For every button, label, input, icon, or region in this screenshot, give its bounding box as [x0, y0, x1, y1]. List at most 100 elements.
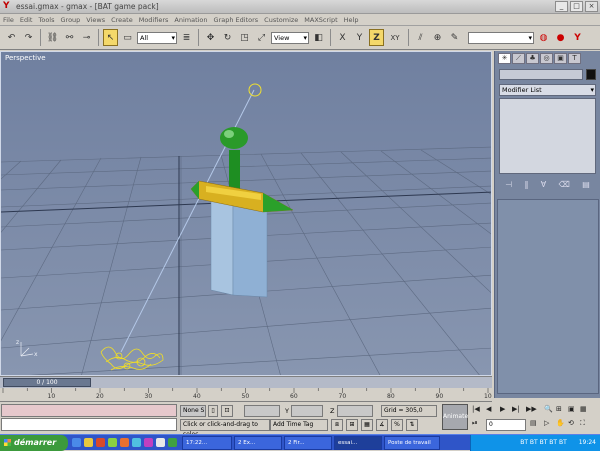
quick-launch-app-icon[interactable] [120, 438, 129, 447]
pan-icon[interactable]: ✋ [556, 419, 565, 427]
menu-tools[interactable]: Tools [38, 16, 54, 24]
tray-icons[interactable]: BT BT BT BT BT [520, 439, 567, 446]
axis-x-button[interactable]: X [335, 29, 350, 46]
select-region-icon[interactable]: ▭ [120, 29, 135, 46]
angle-snap-icon[interactable]: ∡ [376, 419, 388, 431]
previous-frame-icon[interactable]: ◀ [486, 405, 491, 413]
pivot-icon[interactable]: ◧ [311, 29, 326, 46]
taskbar-button-poste-de-travail[interactable]: Poste de travail [384, 436, 440, 450]
maximize-button[interactable]: □ [570, 1, 583, 12]
y-coordinate-field[interactable] [291, 405, 323, 417]
configure-modifier-icon[interactable]: ▤ [582, 180, 590, 189]
rotate-icon[interactable]: ↻ [220, 29, 235, 46]
menu-create[interactable]: Create [111, 16, 133, 24]
quick-launch-app-icon[interactable] [132, 438, 141, 447]
arc-rotate-icon[interactable]: ⟲ [568, 419, 574, 427]
material-editor-icon[interactable]: ◍ [536, 29, 551, 46]
menu-help[interactable]: Help [344, 16, 359, 24]
modifier-stack[interactable] [499, 98, 596, 174]
snap-icon[interactable]: ✎ [447, 29, 462, 46]
axis-xy-button[interactable]: XY [386, 29, 404, 46]
make-unique-icon[interactable]: ∀ [541, 180, 546, 189]
redo-icon[interactable]: ↷ [21, 29, 36, 46]
menu-modifiers[interactable]: Modifiers [139, 16, 169, 24]
perspective-viewport[interactable]: z x Perspective [0, 51, 492, 376]
scale-icon[interactable]: ◳ [237, 29, 252, 46]
select-by-name-icon[interactable]: ≣ [179, 29, 194, 46]
degradation-override-icon[interactable]: ⊞ [346, 419, 358, 431]
taskbar-button-explorer[interactable]: 2 Ex... [234, 436, 282, 450]
named-selection-dropdown[interactable] [468, 31, 534, 44]
snap-toggle-icon[interactable]: ▦ [361, 419, 373, 431]
taskbar-button-gmax[interactable]: essai... [334, 436, 382, 450]
viewport-label[interactable]: Perspective [5, 54, 46, 62]
menu-customize[interactable]: Customize [264, 16, 298, 24]
animate-button[interactable]: Animate [442, 404, 468, 430]
gmax-help-icon[interactable]: Y [570, 29, 585, 46]
quick-launch-app-icon[interactable] [96, 438, 105, 447]
minimize-button[interactable]: _ [555, 1, 568, 12]
zoom-extents-icon[interactable]: ▣ [568, 405, 575, 413]
time-config-icon[interactable]: ▤ [530, 419, 537, 427]
menu-animation[interactable]: Animation [174, 16, 207, 24]
select-icon[interactable]: ↖ [103, 29, 118, 46]
axis-y-button[interactable]: Y [352, 29, 367, 46]
mirror-icon[interactable]: ⫽ [413, 29, 428, 46]
transform-mode-icon[interactable]: ⊡ [221, 405, 233, 417]
quick-launch-app-icon[interactable] [144, 438, 153, 447]
hierarchy-icon[interactable]: ♣ [526, 53, 539, 64]
lock-selection-icon[interactable]: ▯ [208, 405, 218, 417]
taskbar-button-firefox[interactable]: 2 Fir... [284, 436, 332, 450]
taskbar-button-clock[interactable]: 17:22... [182, 436, 232, 450]
object-name-field[interactable] [499, 69, 583, 80]
create-icon[interactable]: ✳ [498, 53, 511, 64]
show-end-result-icon[interactable]: ‖ [524, 180, 528, 189]
pin-stack-icon[interactable]: ⊣ [505, 180, 512, 189]
quick-launch-app-icon[interactable] [156, 438, 165, 447]
menu-group[interactable]: Group [61, 16, 81, 24]
track-bar[interactable]: 10 20 30 40 50 60 70 80 90 10 [0, 388, 492, 402]
menu-maxscript[interactable]: MAXScript [304, 16, 337, 24]
key-mode-icon[interactable]: ⏯ [472, 419, 478, 428]
z-coordinate-field[interactable] [337, 405, 373, 417]
align-icon[interactable]: ⊕ [430, 29, 445, 46]
menu-edit[interactable]: Edit [20, 16, 33, 24]
add-time-tag-button[interactable]: Add Time Tag [270, 419, 328, 431]
close-button[interactable]: × [585, 1, 598, 12]
unlink-icon[interactable]: ⚯ [62, 29, 77, 46]
menu-file[interactable]: File [3, 16, 14, 24]
go-to-end-icon[interactable]: ▶▶ [526, 405, 537, 413]
field-of-view-icon[interactable]: ▷ [544, 419, 549, 427]
spinner-snap-icon[interactable]: ⇅ [406, 419, 418, 431]
quick-launch-folder-icon[interactable] [84, 438, 93, 447]
modifier-list-dropdown[interactable]: Modifier List [499, 84, 596, 96]
reference-coordinate-dropdown[interactable]: View [271, 31, 309, 44]
manipulate-icon[interactable]: ⤢ [254, 29, 269, 46]
go-to-start-icon[interactable]: |◀ [472, 405, 480, 413]
display-icon[interactable]: ▣ [554, 53, 567, 64]
quick-launch-ie-icon[interactable] [72, 438, 81, 447]
play-icon[interactable]: ▶ [500, 405, 505, 413]
bind-icon[interactable]: ⊸ [79, 29, 94, 46]
zoom-icon[interactable]: 🔍 [544, 405, 553, 413]
next-frame-icon[interactable]: ▶| [512, 405, 520, 413]
axis-z-button[interactable]: Z [369, 29, 384, 46]
move-icon[interactable]: ✥ [203, 29, 218, 46]
percent-snap-icon[interactable]: % [391, 419, 403, 431]
modify-icon[interactable]: ⟋ [512, 53, 525, 64]
quick-launch-app-icon[interactable] [108, 438, 117, 447]
start-button[interactable]: démarrer [0, 435, 68, 451]
menu-views[interactable]: Views [86, 16, 105, 24]
teapot-render-icon[interactable]: ● [553, 29, 568, 46]
quick-launch-app-icon[interactable] [168, 438, 177, 447]
utilities-icon[interactable]: T [568, 53, 581, 64]
zoom-extents-all-icon[interactable]: ▦ [580, 405, 587, 413]
time-slider-track[interactable]: 0 / 100 [0, 376, 492, 388]
crossing-selection-icon[interactable]: ⧈ [331, 419, 343, 431]
maxscript-listener-output[interactable] [1, 404, 177, 417]
remove-modifier-icon[interactable]: ⌫ [559, 180, 570, 189]
maximize-viewport-icon[interactable]: ⛶ [580, 419, 585, 428]
time-slider-thumb[interactable]: 0 / 100 [3, 378, 91, 387]
current-frame-field[interactable]: 0 [486, 419, 526, 431]
menu-graph-editors[interactable]: Graph Editors [214, 16, 259, 24]
